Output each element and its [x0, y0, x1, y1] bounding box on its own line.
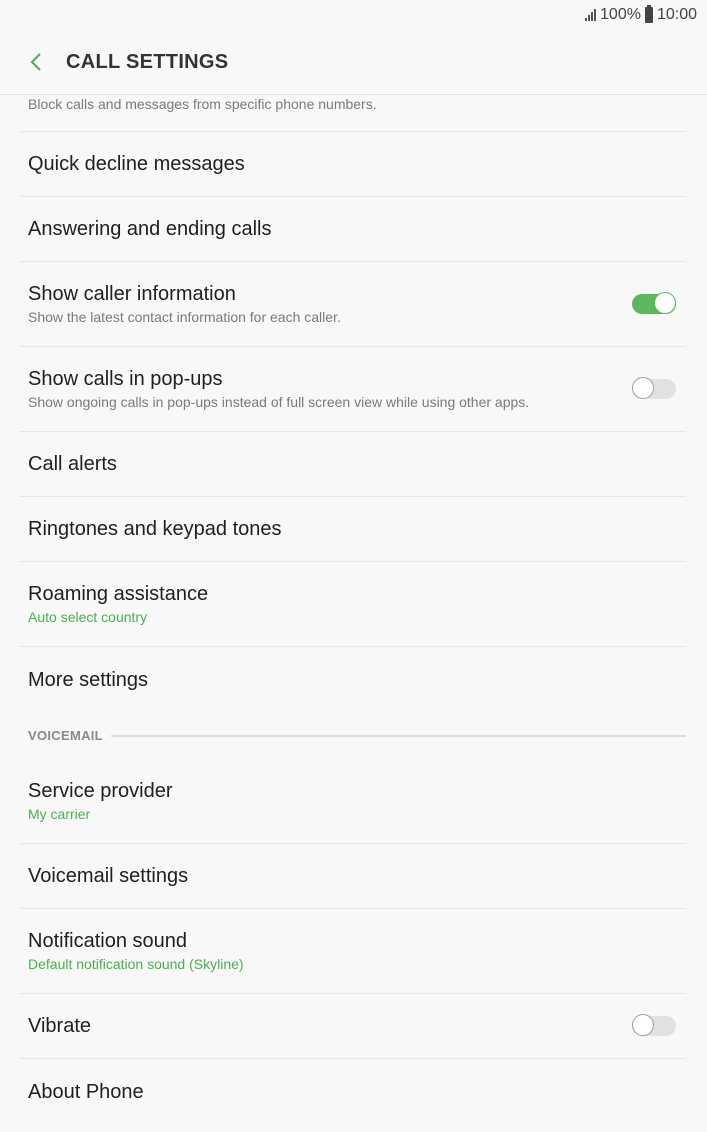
item-title: Call alerts	[28, 453, 117, 475]
voicemail-settings-item[interactable]: Voicemail settings	[20, 844, 686, 909]
back-button[interactable]	[18, 44, 54, 80]
show-caller-information-item[interactable]: Show caller information Show the latest …	[20, 262, 686, 347]
item-title: Show caller information	[28, 283, 236, 305]
clock: 10:00	[656, 6, 697, 23]
item-title: Roaming assistance	[28, 583, 209, 605]
signal-icon	[585, 9, 597, 21]
about-phone-item[interactable]: About Phone	[20, 1059, 686, 1124]
item-title: Ringtones and keypad tones	[28, 518, 282, 540]
vibrate-toggle[interactable]	[632, 1014, 676, 1038]
block-numbers-item[interactable]: Block calls and messages from specific p…	[20, 95, 686, 132]
call-alerts-item[interactable]: Call alerts	[20, 432, 686, 497]
vibrate-item[interactable]: Vibrate	[20, 994, 686, 1059]
roaming-assistance-item[interactable]: Roaming assistance Auto select country	[20, 562, 686, 647]
status-bar: 100% 10:00	[0, 0, 707, 30]
item-title: Notification sound	[28, 930, 187, 952]
block-numbers-subtitle: Block calls and messages from specific p…	[28, 96, 377, 112]
ringtones-keypad-tones-item[interactable]: Ringtones and keypad tones	[20, 497, 686, 562]
show-caller-information-toggle[interactable]	[632, 292, 676, 316]
item-title: Vibrate	[28, 1015, 92, 1037]
quick-decline-messages-item[interactable]: Quick decline messages	[20, 132, 686, 197]
page-title: CALL SETTINGS	[66, 50, 229, 73]
item-title: Service provider	[28, 780, 173, 802]
item-title: Quick decline messages	[28, 153, 245, 175]
item-title: Show calls in pop-ups	[28, 368, 223, 390]
item-subtitle: Show the latest contact information for …	[28, 309, 341, 325]
item-title: Answering and ending calls	[28, 218, 272, 240]
show-calls-popups-item[interactable]: Show calls in pop-ups Show ongoing calls…	[20, 347, 686, 432]
item-subtitle: Show ongoing calls in pop-ups instead of…	[28, 394, 530, 410]
chevron-left-icon	[30, 53, 41, 71]
app-bar: CALL SETTINGS	[0, 30, 707, 95]
battery-percent: 100%	[600, 6, 641, 23]
more-settings-item[interactable]: More settings	[20, 647, 686, 712]
item-subtitle: Default notification sound (Skyline)	[28, 956, 244, 972]
notification-sound-item[interactable]: Notification sound Default notification …	[20, 909, 686, 994]
section-label: VOICEMAIL	[28, 728, 103, 743]
item-subtitle: Auto select country	[28, 609, 148, 625]
item-title: Voicemail settings	[28, 865, 189, 887]
item-title: More settings	[28, 668, 149, 691]
voicemail-section-header: VOICEMAIL	[20, 712, 686, 759]
section-divider	[110, 734, 686, 737]
service-provider-item[interactable]: Service provider My carrier	[20, 759, 686, 844]
show-calls-popups-toggle[interactable]	[632, 377, 676, 401]
item-title: About Phone	[28, 1080, 144, 1103]
item-subtitle: My carrier	[28, 806, 91, 822]
answering-ending-calls-item[interactable]: Answering and ending calls	[20, 197, 686, 262]
battery-icon	[644, 5, 653, 23]
settings-list: Block calls and messages from specific p…	[20, 95, 686, 1124]
